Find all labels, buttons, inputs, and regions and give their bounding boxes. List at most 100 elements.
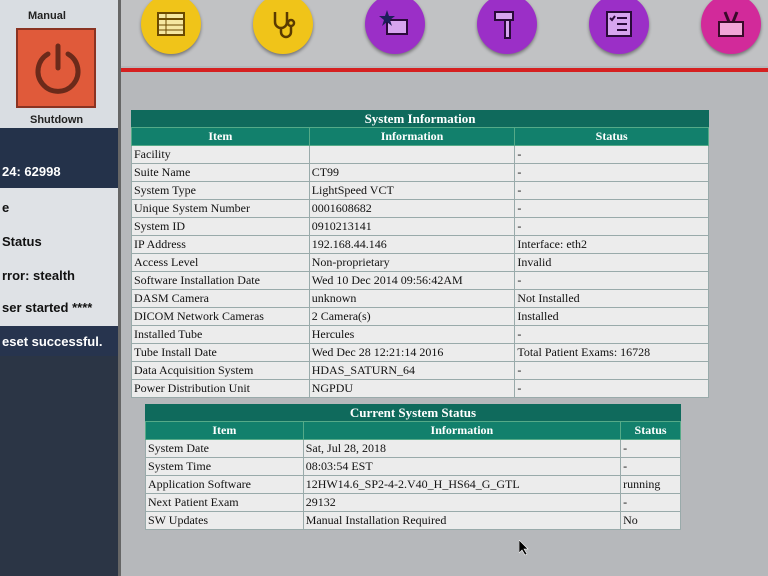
item-cell: SW Updates: [145, 511, 304, 530]
table-row: Application Software 12HW14.6_SP2-4-2.V40…: [145, 475, 681, 494]
table-row: Unique System Number 0001608682-: [131, 199, 709, 218]
item-cell: IP Address: [131, 235, 310, 254]
table-row: Next Patient Exam 29132-: [145, 493, 681, 512]
status-cell: -: [620, 457, 681, 476]
reset-message: eset successful.: [2, 334, 103, 349]
status-cell: -: [514, 325, 709, 344]
information-cell: 08:03:54 EST: [302, 457, 622, 476]
table-row: Facility -: [131, 145, 709, 164]
information-cell: 2 Camera(s): [308, 307, 516, 326]
status-cell: -: [514, 181, 709, 200]
information-cell: unknown: [308, 289, 516, 308]
star-monitor-button[interactable]: [365, 0, 425, 54]
table-row: System Date Sat, Jul 28, 2018-: [145, 439, 681, 458]
information-cell: Sat, Jul 28, 2018: [302, 439, 622, 458]
information-cell: 0910213141: [308, 217, 516, 236]
information-cell: [308, 145, 516, 164]
item-cell: Tube Install Date: [131, 343, 310, 362]
table-button[interactable]: [141, 0, 201, 54]
message-line: e: [2, 200, 10, 215]
system-information-table: Item Information Status Facility - Suite N…: [131, 127, 709, 398]
counter-text: 24: 62998: [2, 164, 61, 179]
item-cell: Application Software: [145, 475, 304, 494]
table-row: Tube Install Date Wed Dec 28 12:21:14 201…: [131, 343, 709, 362]
item-cell: Next Patient Exam: [145, 493, 304, 512]
main-area: System Information Item Information Stat…: [118, 0, 768, 576]
table-row: Data Acquisition System HDAS_SATURN_64-: [131, 361, 709, 380]
status-cell: running: [620, 475, 681, 494]
table-row: Installed Tube Hercules -: [131, 325, 709, 344]
item-cell: Power Distribution Unit: [131, 379, 310, 398]
information-cell: Wed Dec 28 12:21:14 2016: [308, 343, 516, 362]
item-cell: DICOM Network Cameras: [131, 307, 310, 326]
information-cell: 12HW14.6_SP2-4-2.V40_H_HS64_G_GTL: [302, 475, 622, 494]
status-cell: -: [514, 361, 709, 380]
message-line: rror: stealth: [2, 268, 75, 283]
information-cell: 0001608682: [308, 199, 516, 218]
status-cell: No: [620, 511, 681, 530]
status-cell: Not Installed: [514, 289, 709, 308]
information-cell: CT99: [308, 163, 516, 182]
system-information-title: System Information: [131, 110, 709, 127]
information-cell: Hercules: [308, 325, 516, 344]
status-cell: -: [514, 199, 709, 218]
message-line: Status: [2, 234, 42, 249]
item-cell: System Date: [145, 439, 304, 458]
status-cell: -: [514, 379, 709, 398]
left-panel: Manual Shutdown 24: 62998 e Status rror:…: [0, 0, 122, 576]
item-cell: System ID: [131, 217, 310, 236]
status-cell: Installed: [514, 307, 709, 326]
column-header: Item: [145, 421, 304, 440]
current-status-table: Item Information Status System Date Sat, …: [145, 421, 681, 530]
table-row: Suite Name CT99-: [131, 163, 709, 182]
information-cell: Non-proprietary: [308, 253, 516, 272]
information-cell: Wed 10 Dec 2014 09:56:42AM: [308, 271, 516, 290]
hammer-icon: [494, 11, 514, 39]
status-cell: -: [514, 163, 709, 182]
information-cell: Manual Installation Required: [302, 511, 622, 530]
column-header: Information: [308, 127, 516, 146]
manual-label: Manual: [28, 10, 66, 22]
table-row: System Time 08:03:54 EST -: [145, 457, 681, 476]
information-cell: HDAS_SATURN_64: [308, 361, 516, 380]
checklist-button[interactable]: [589, 0, 649, 54]
information-cell: LightSpeed VCT: [308, 181, 516, 200]
column-header: Status: [620, 421, 681, 440]
status-cell: Total Patient Exams: 16728: [514, 343, 709, 362]
item-cell: Unique System Number: [131, 199, 310, 218]
item-cell: Installed Tube: [131, 325, 310, 344]
shutdown-button[interactable]: [16, 28, 96, 108]
column-header: Information: [302, 421, 622, 440]
stethoscope-button[interactable]: [253, 0, 313, 54]
status-cell: -: [620, 439, 681, 458]
status-cell: -: [620, 493, 681, 512]
table-row: Power Distribution Unit NGPDU -: [131, 379, 709, 398]
column-header: Item: [131, 127, 310, 146]
table-row: System Type LightSpeed VCT -: [131, 181, 709, 200]
table-row: DASM Camera unknown Not Installed: [131, 289, 709, 308]
table-row: System ID 0910213141-: [131, 217, 709, 236]
status-cell: Invalid: [514, 253, 709, 272]
toolbar: [121, 0, 768, 66]
table-row: SW Updates Manual Installation Required No: [145, 511, 681, 530]
current-status-panel: Current System Status Item Information S…: [145, 404, 681, 530]
table-row: Access Level Non-proprietary Invalid: [131, 253, 709, 272]
red-divider: [121, 68, 768, 72]
toolbox-button[interactable]: [701, 0, 761, 54]
hammer-button[interactable]: [477, 0, 537, 54]
mouse-cursor-icon: [519, 540, 529, 556]
status-cell: -: [514, 145, 709, 164]
item-cell: Data Acquisition System: [131, 361, 310, 380]
counter-bar: [0, 128, 122, 188]
star-monitor-icon: [379, 10, 408, 35]
item-cell: Access Level: [131, 253, 310, 272]
information-cell: 192.168.44.146: [308, 235, 516, 254]
power-icon: [35, 43, 81, 94]
information-cell: NGPDU: [308, 379, 516, 398]
stethoscope-icon: [273, 12, 296, 39]
status-cell: Interface: eth2: [514, 235, 709, 254]
current-status-title: Current System Status: [145, 404, 681, 421]
table-icon: [157, 12, 185, 36]
table-row: Software Installation Date Wed 10 Dec 201…: [131, 271, 709, 290]
checklist-icon: [606, 11, 632, 37]
